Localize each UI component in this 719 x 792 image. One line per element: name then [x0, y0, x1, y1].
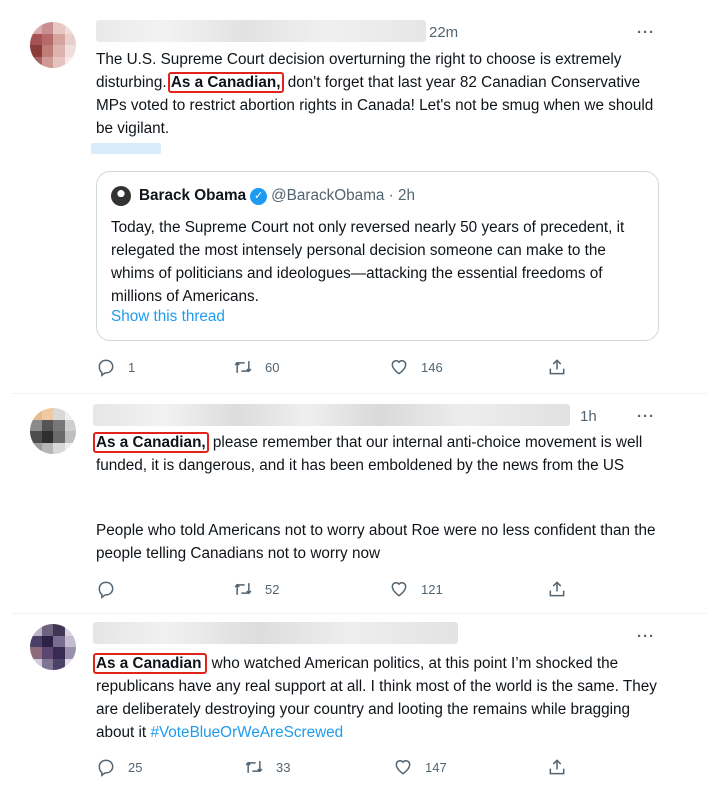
reply-button[interactable] — [96, 579, 128, 599]
tweet-actions: 25 33 147 — [96, 757, 576, 779]
avatar[interactable] — [30, 408, 76, 454]
share-icon — [549, 581, 565, 597]
share-icon — [549, 759, 565, 775]
quoted-author-handle[interactable]: @BarackObama · 2h — [271, 187, 415, 205]
tweet-text: The U.S. Supreme Court decision overturn… — [96, 48, 671, 140]
share-button[interactable] — [547, 579, 579, 599]
quoted-tweet-text: Today, the Supreme Court not only revers… — [111, 219, 625, 305]
more-options-icon[interactable]: ··· — [637, 24, 655, 41]
like-count: 146 — [421, 359, 443, 375]
tweet-text-paragraph: People who told Americans not to worry a… — [96, 522, 656, 562]
highlighted-phrase: As a Canadian, — [93, 432, 209, 453]
share-button[interactable] — [547, 357, 579, 377]
quoted-tweet-header: Barack Obama ✓ @BarackObama · 2h — [111, 186, 415, 206]
quoted-avatar[interactable] — [111, 186, 131, 206]
share-button[interactable] — [547, 757, 579, 777]
hashtag-link[interactable]: #VoteBlueOrWeAreScrewed — [150, 724, 343, 741]
timestamp[interactable]: 22m — [429, 24, 458, 41]
author-name-blurred[interactable] — [93, 622, 458, 644]
retweet-count: 60 — [265, 359, 280, 375]
reply-button[interactable]: 25 — [96, 757, 142, 777]
tweet[interactable]: ··· As a Canadian who watched American p… — [0, 614, 719, 792]
like-button[interactable]: 121 — [389, 579, 443, 599]
verified-badge-icon: ✓ — [250, 187, 268, 205]
retweet-icon — [234, 361, 252, 373]
retweet-button[interactable]: 33 — [244, 757, 290, 777]
like-count: 147 — [425, 759, 447, 775]
reply-icon — [98, 759, 114, 777]
like-count: 121 — [421, 581, 443, 597]
quoted-tweet[interactable]: Barack Obama ✓ @BarackObama · 2h Today, … — [96, 171, 659, 341]
avatar[interactable] — [30, 22, 76, 68]
reply-button[interactable]: 1 — [96, 357, 135, 377]
more-options-icon[interactable]: ··· — [637, 628, 655, 645]
like-button[interactable]: 147 — [393, 757, 447, 777]
tweet[interactable]: 22m ··· The U.S. Supreme Court decision … — [0, 0, 719, 390]
author-name-blurred[interactable] — [93, 404, 570, 426]
heart-icon — [395, 760, 411, 775]
tweet-text: As a Canadian who watched American polit… — [93, 652, 671, 744]
share-icon — [549, 359, 565, 375]
reply-icon — [98, 581, 114, 599]
tweet-actions: 52 121 — [96, 579, 576, 601]
retweet-count: 52 — [265, 581, 280, 597]
retweet-button[interactable]: 52 — [233, 579, 279, 599]
like-button[interactable]: 146 — [389, 357, 443, 377]
tweet[interactable]: 1h ··· As a Canadian, please remember th… — [0, 394, 719, 612]
heart-icon — [391, 360, 407, 375]
more-options-icon[interactable]: ··· — [637, 408, 655, 425]
author-name-blurred[interactable] — [96, 20, 426, 42]
highlighted-phrase: As a Canadian — [93, 653, 208, 674]
tweet-text: As a Canadian, please remember that our … — [93, 431, 671, 477]
quoted-author-name[interactable]: Barack Obama — [139, 187, 246, 205]
heart-icon — [391, 582, 407, 597]
avatar[interactable] — [30, 624, 76, 670]
highlighted-phrase: As a Canadian, — [167, 72, 284, 93]
blurred-link[interactable] — [91, 143, 161, 154]
timestamp[interactable]: 1h — [580, 408, 597, 425]
show-thread-link[interactable]: Show this thread — [111, 308, 225, 326]
tweet-actions: 1 60 146 — [96, 357, 576, 379]
reply-count: 25 — [128, 759, 143, 775]
retweet-button[interactable]: 60 — [233, 357, 279, 377]
reply-icon — [98, 359, 114, 377]
retweet-icon — [245, 761, 263, 773]
retweet-icon — [234, 583, 252, 595]
reply-count: 1 — [128, 359, 136, 375]
retweet-count: 33 — [276, 759, 291, 775]
